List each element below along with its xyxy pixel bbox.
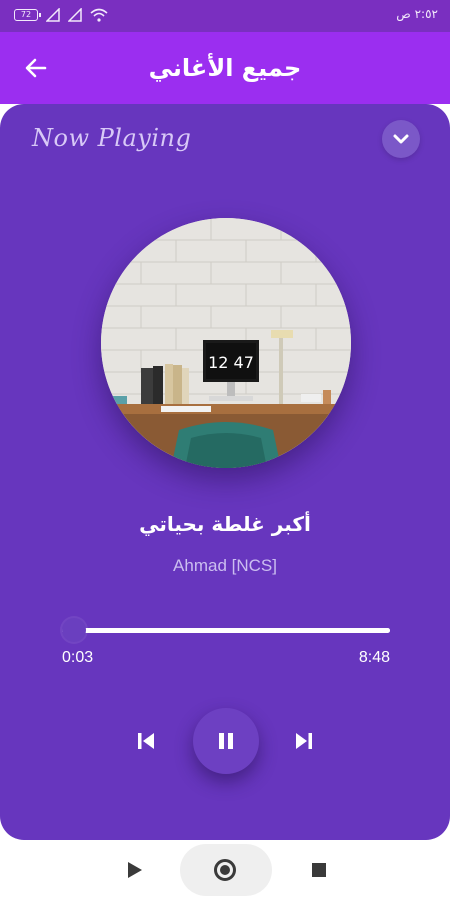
playback-controls [0,708,450,774]
desk-workspace-image: 12 47 [101,218,351,468]
app-bar: جميع الأغاني [0,32,450,104]
time-total: 8:48 [358,649,390,666]
status-time: ٢:٥٢ ص [396,7,438,21]
back-button[interactable] [18,50,54,86]
collapse-button[interactable] [382,120,420,158]
time-elapsed: 0:03 [62,649,94,666]
signal-icon [68,8,82,22]
player-card: Now Playing 12 47 أكبر غلطة بحياتي Ahmad… [0,104,450,840]
signal-icon [46,8,60,22]
status-bar: 72 ٢:٥٢ ص [0,0,450,32]
clock-display: 12 47 [208,353,254,372]
chevron-down-icon [393,134,409,144]
nav-back-icon[interactable] [122,858,146,882]
play-pause-button[interactable] [193,708,259,774]
song-title: أكبر غلطة بحياتي [139,512,311,536]
previous-button[interactable] [130,725,162,757]
skip-next-icon [296,733,312,749]
system-nav-bar [0,840,450,900]
battery-icon: 72 [14,9,41,21]
page-title: جميع الأغاني [148,54,302,82]
progress-track[interactable] [62,628,390,633]
nav-recents-icon[interactable] [312,863,326,877]
nav-home-icon[interactable] [214,859,236,881]
battery-level: 72 [20,10,32,19]
skip-previous-icon [138,733,154,749]
album-art: 12 47 [101,218,351,468]
song-artist: Ahmad [NCS] [173,556,277,575]
progress-fill [62,628,390,633]
wifi-icon [90,8,108,22]
status-icons: 72 [14,8,108,22]
next-button[interactable] [288,725,320,757]
progress-thumb[interactable] [62,618,86,642]
pause-icon [219,733,233,749]
now-playing-header: Now Playing [32,124,192,152]
arrow-left-icon [25,58,47,78]
